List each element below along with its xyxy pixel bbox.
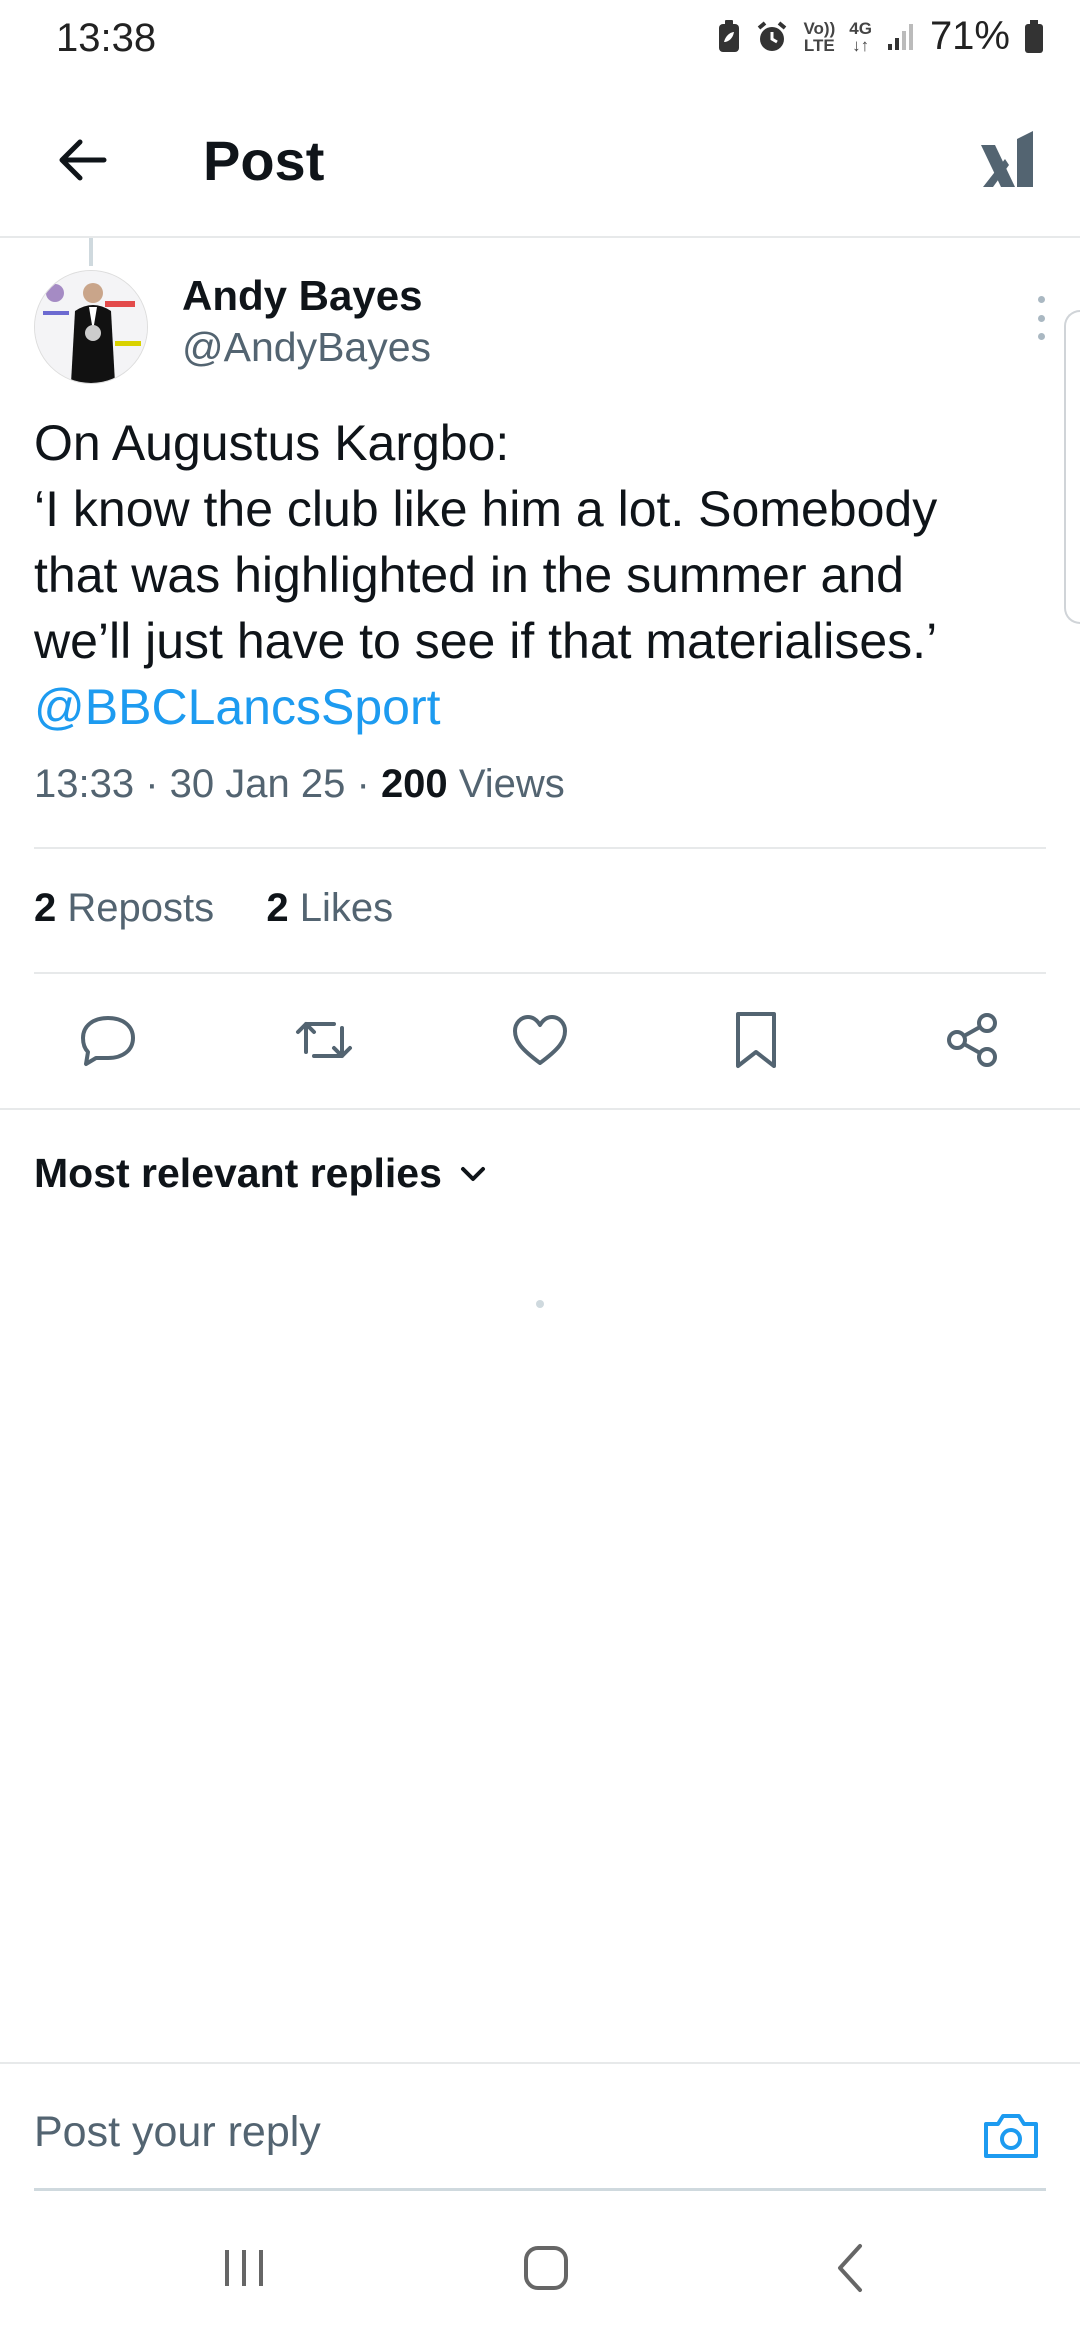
post-meta: 13:33 · 30 Jan 25 · 200 Views	[34, 762, 565, 806]
x-logo-button[interactable]	[972, 124, 1044, 196]
reply-input[interactable]: Post your reply	[34, 2108, 934, 2157]
chevron-down-icon	[460, 1166, 485, 1181]
reply-button[interactable]	[68, 1000, 148, 1080]
back-button[interactable]	[50, 128, 114, 192]
actions-divider	[0, 1108, 1080, 1110]
chevron-left-icon	[838, 2244, 862, 2292]
post-text: On Augustus Kargbo: ‘I know the club lik…	[34, 410, 1044, 740]
meta-divider	[34, 847, 1046, 849]
loading-indicator	[536, 1300, 544, 1308]
alarm-icon	[758, 20, 787, 51]
battery-percentage: 71%	[929, 14, 1010, 58]
post-line: that was highlighted in the summer and	[34, 547, 904, 603]
home-button[interactable]	[496, 2228, 596, 2308]
engagement-stats: 2 Reposts 2 Likes	[34, 886, 393, 931]
side-handle[interactable]	[1064, 310, 1080, 624]
bookmark-icon	[736, 1012, 776, 1068]
battery-icon	[1025, 19, 1043, 53]
arrow-left-icon	[59, 139, 107, 181]
volte-indicator: Vo)) LTE	[803, 18, 836, 55]
likes-stat[interactable]: 2 Likes	[266, 886, 393, 930]
share-icon	[947, 1013, 997, 1067]
post-line: we’ll just have to see if that materiali…	[34, 613, 938, 669]
status-time: 13:38	[56, 16, 157, 60]
camera-button[interactable]	[976, 2100, 1046, 2170]
repost-icon	[296, 1022, 352, 1058]
reply-underline	[34, 2188, 1046, 2191]
status-icons: Vo)) LTE 4G ↓↑ 71%	[717, 14, 1044, 59]
more-dot-icon	[1037, 314, 1045, 322]
avatar-image	[35, 271, 147, 383]
share-button[interactable]	[932, 1000, 1012, 1080]
post-line: On Augustus Kargbo:	[34, 415, 510, 471]
post-time: 13:33	[34, 762, 135, 806]
more-dot-icon	[1037, 296, 1045, 303]
header-divider	[0, 236, 1080, 238]
bookmark-button[interactable]	[716, 1000, 796, 1080]
reposts-stat[interactable]: 2 Reposts	[34, 886, 214, 930]
post-date: 30 Jan 25	[169, 762, 346, 806]
data-indicator: 4G ↓↑	[849, 18, 872, 55]
more-options-button[interactable]	[1026, 296, 1056, 340]
stats-divider	[34, 972, 1046, 974]
author-handle[interactable]: @AndyBayes	[182, 324, 431, 371]
home-icon	[524, 2246, 568, 2290]
x-logo-icon	[981, 131, 1033, 187]
post-line: ‘I know the club like him a lot. Somebod…	[34, 481, 938, 537]
author-name[interactable]: Andy Bayes	[182, 272, 422, 320]
back-nav-button[interactable]	[800, 2228, 900, 2308]
replies-sort-label: Most relevant replies	[34, 1150, 442, 1196]
signal-icon	[887, 23, 913, 50]
more-dot-icon	[1037, 333, 1045, 340]
recent-apps-button[interactable]	[194, 2228, 294, 2308]
reply-bar-divider	[0, 2062, 1080, 2064]
thread-connector	[89, 238, 93, 266]
recent-apps-icon	[225, 2250, 263, 2286]
like-button[interactable]	[500, 1000, 580, 1080]
like-icon	[513, 1015, 567, 1065]
avatar[interactable]	[34, 270, 148, 384]
views-label[interactable]: Views	[459, 762, 565, 806]
mention-link[interactable]: @BBCLancsSport	[34, 674, 1044, 740]
views-count[interactable]: 200	[381, 762, 448, 806]
camera-icon	[984, 2114, 1038, 2158]
battery-saver-icon	[719, 19, 740, 52]
repost-button[interactable]	[284, 1000, 364, 1080]
replies-sort-dropdown[interactable]: Most relevant replies	[34, 1150, 488, 1197]
page-title: Post	[203, 129, 325, 192]
reply-icon	[81, 1016, 135, 1066]
